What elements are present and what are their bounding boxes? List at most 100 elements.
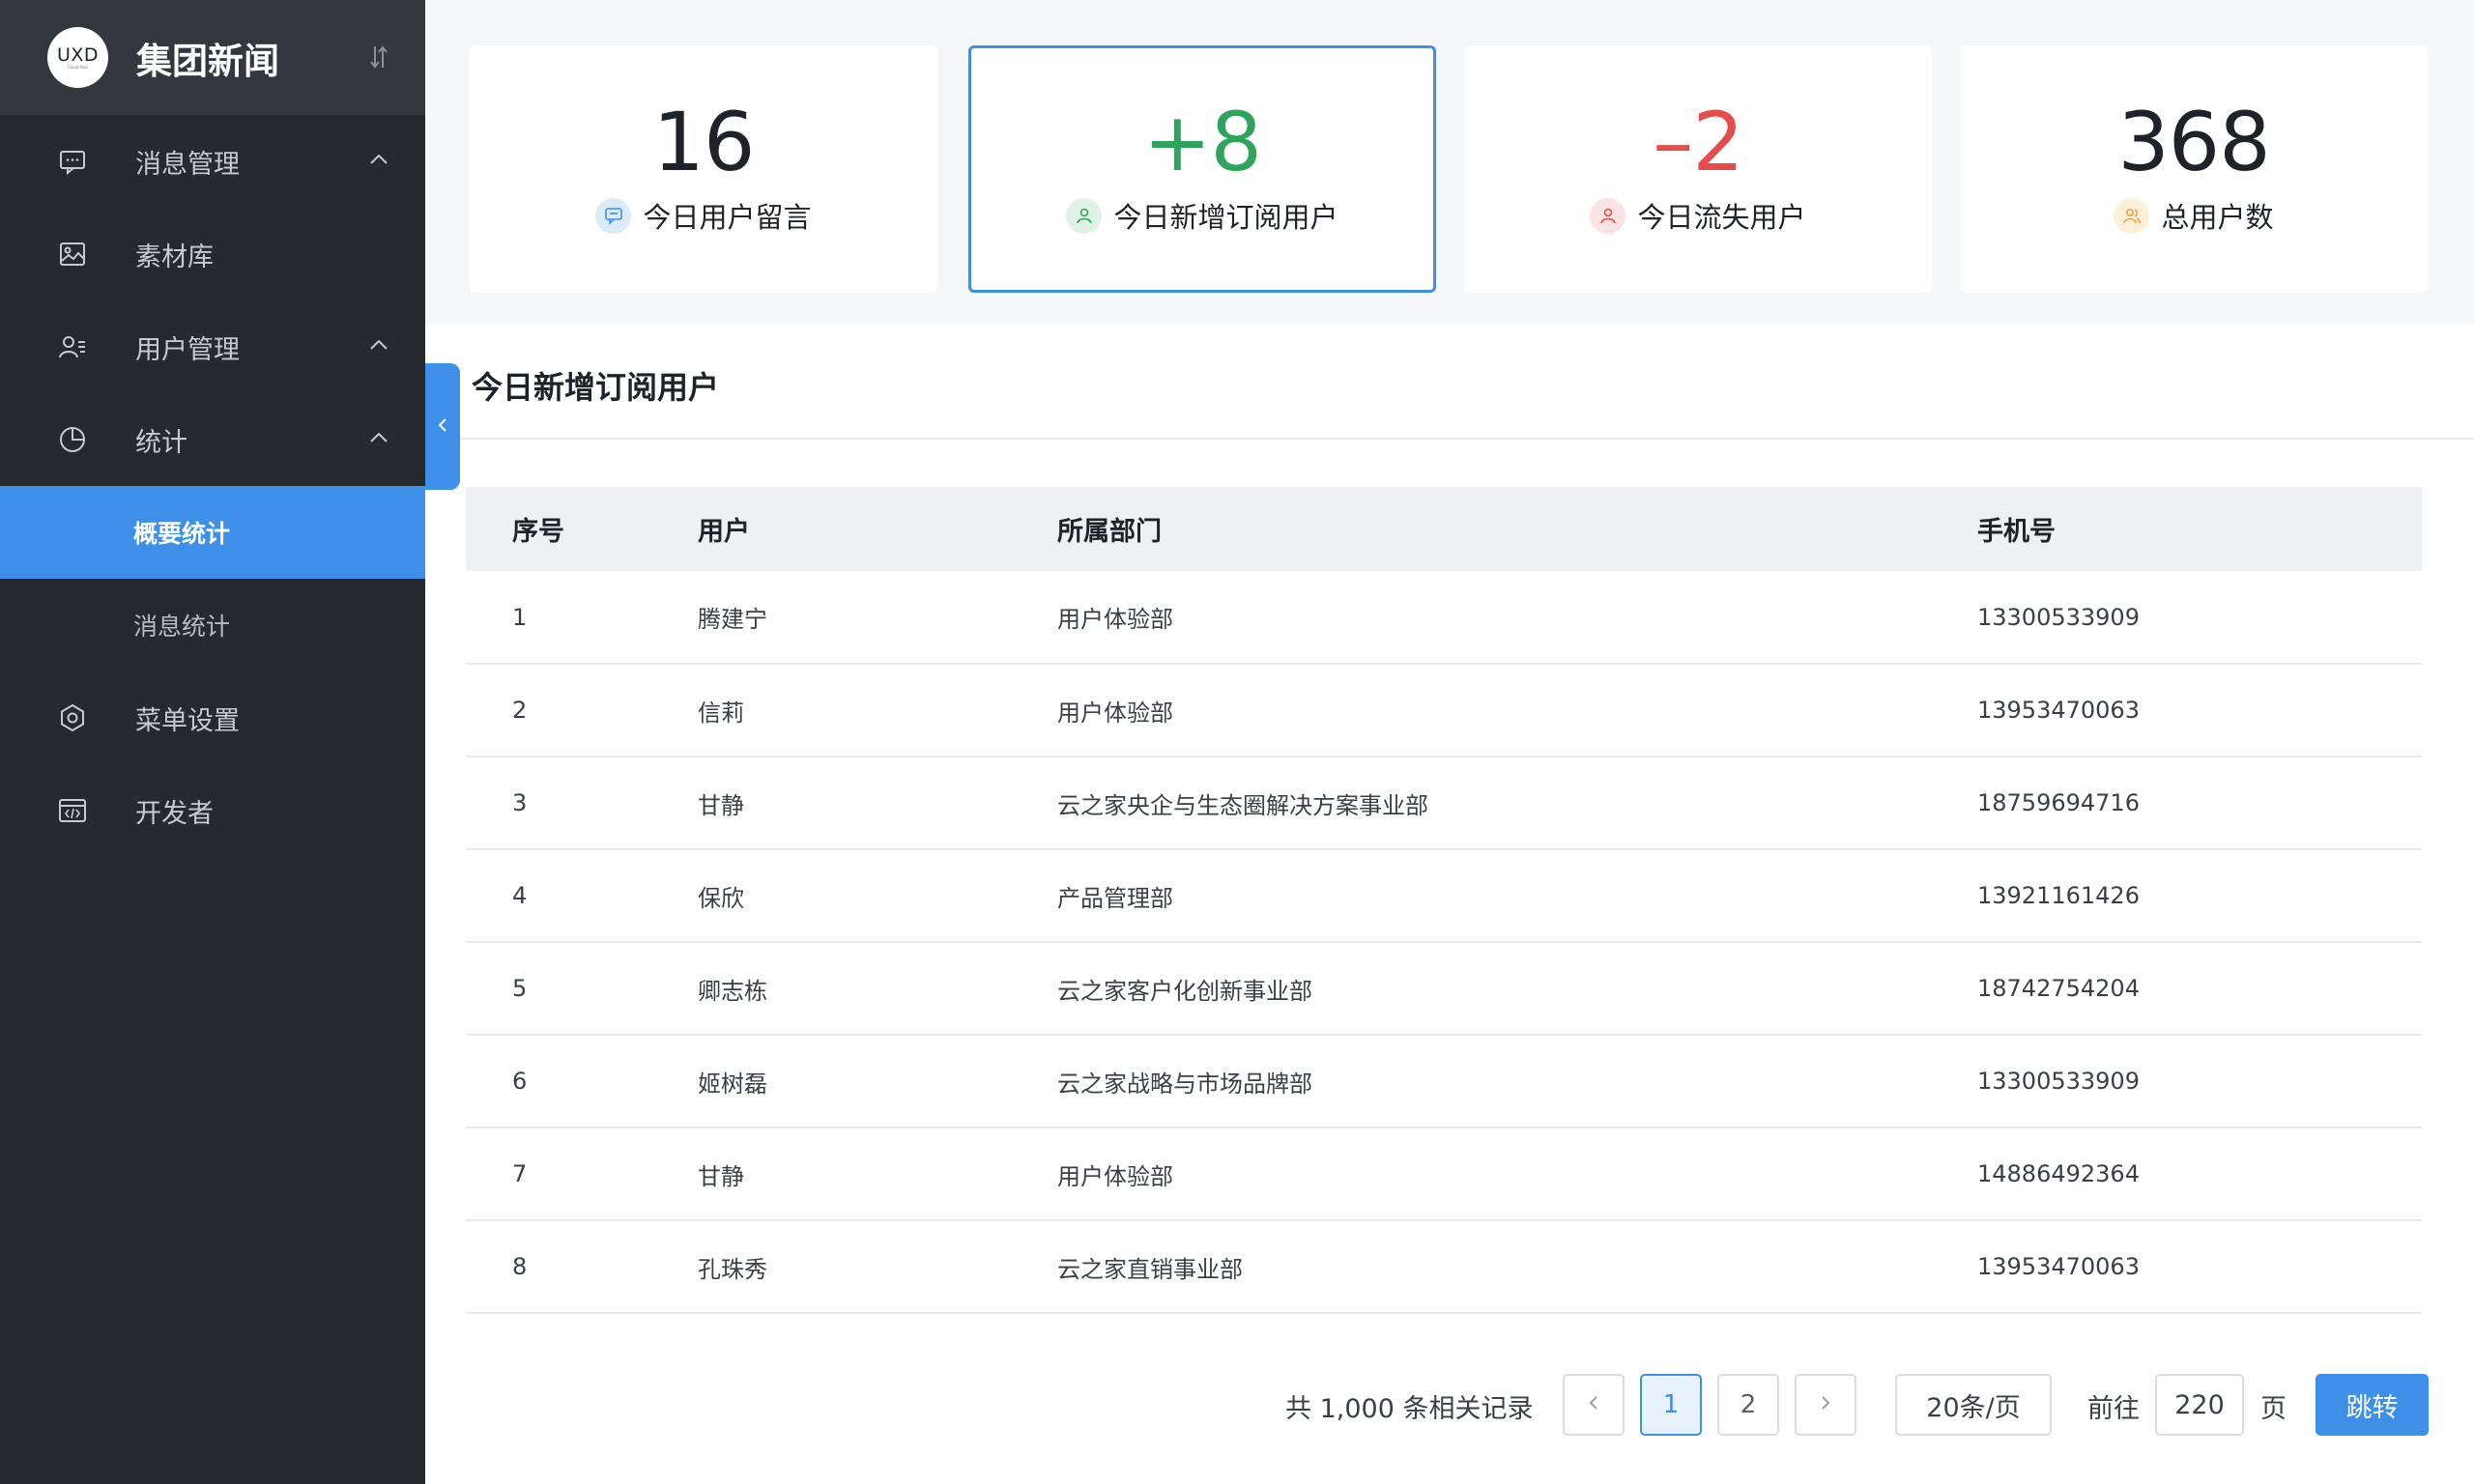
- stat-label: 总用户数: [2161, 201, 2274, 234]
- column-header-department[interactable]: 所属部门: [1057, 487, 1977, 571]
- sidebar-item-developer[interactable]: 开发者: [0, 764, 425, 857]
- brand-logo: UXD Cloud Hub: [47, 27, 108, 88]
- cell-phone: 14886492364: [1977, 1127, 2422, 1221]
- cell-phone: 13300533909: [1977, 1035, 2422, 1128]
- sidebar-item-label: 用户管理: [135, 334, 240, 365]
- stat-value: –2: [1653, 95, 1743, 189]
- cell-phone: 13921161426: [1977, 849, 2422, 943]
- pie-chart-icon: [58, 425, 87, 454]
- image-icon: [58, 240, 87, 269]
- pagination-total: 共 1,000 条相关记录: [1285, 1394, 1534, 1424]
- cell-index: 6: [466, 1035, 698, 1128]
- page-size-select[interactable]: 20条/页: [1895, 1374, 2052, 1436]
- cell-phone: 13953470063: [1977, 1220, 2422, 1314]
- cell-department: 产品管理部: [1057, 849, 1977, 943]
- goto-prefix: 前往: [2087, 1394, 2140, 1424]
- message-icon: [58, 147, 87, 176]
- sidebar-subitem-label: 消息统计: [133, 613, 231, 641]
- goto-button[interactable]: 跳转: [2316, 1374, 2429, 1436]
- cell-user: 卿志栋: [698, 942, 1057, 1036]
- prev-page-button[interactable]: [1563, 1374, 1625, 1436]
- stat-value: +8: [1143, 95, 1262, 189]
- users-icon: [2114, 197, 2150, 234]
- hexagon-settings-icon: [58, 703, 87, 732]
- cell-index: 8: [466, 1220, 698, 1314]
- sidebar-item-user-management[interactable]: 用户管理: [0, 300, 425, 393]
- main-panel: 今日新增订阅用户 序号 用户 所属部门 手机号 1 腾建宁 用户体验部 1330…: [425, 325, 2474, 1484]
- chat-bubble-icon: [595, 197, 632, 234]
- page-button-1[interactable]: 1: [1640, 1374, 1702, 1436]
- chevron-up-icon: [367, 148, 390, 171]
- brand-title: 集团新闻: [136, 40, 279, 82]
- sidebar-subitem-message-stats[interactable]: 消息统计: [0, 579, 425, 671]
- cell-phone: 13953470063: [1977, 664, 2422, 757]
- cell-index: 2: [466, 664, 698, 757]
- stats-row: 16 今日用户留言 +8 今日新增订阅用户 –2 今日流失用户 368 总用户数: [470, 45, 2428, 293]
- cell-index: 5: [466, 942, 698, 1036]
- stat-value: 368: [2117, 95, 2270, 189]
- sidebar: UXD Cloud Hub 集团新闻 消息管理 素材库 用户管理 统计 概要统计…: [0, 0, 425, 1484]
- cell-phone: 13300533909: [1977, 571, 2422, 665]
- sidebar-item-message-management[interactable]: 消息管理: [0, 115, 425, 208]
- brand-header: UXD Cloud Hub 集团新闻: [0, 0, 425, 115]
- stat-card-new-subscribers[interactable]: +8 今日新增订阅用户: [968, 45, 1436, 293]
- sidebar-item-label: 开发者: [135, 798, 214, 829]
- page-button-2[interactable]: 2: [1717, 1374, 1779, 1436]
- users-icon: [58, 332, 87, 361]
- panel-title: 今日新增订阅用户: [472, 369, 720, 406]
- column-header-phone[interactable]: 手机号: [1977, 487, 2422, 571]
- stat-card-total-users[interactable]: 368 总用户数: [1960, 45, 2428, 293]
- cell-user: 孔珠秀: [698, 1220, 1057, 1314]
- chevron-up-icon: [367, 426, 390, 449]
- sort-toggle-icon[interactable]: [367, 43, 390, 71]
- logo-text: UXD: [56, 44, 100, 66]
- table-row[interactable]: 7 甘静 用户体验部 14886492364: [466, 1127, 2422, 1221]
- sidebar-item-label: 素材库: [135, 242, 214, 272]
- table-header-row: 序号 用户 所属部门 手机号: [466, 487, 2422, 571]
- table-row[interactable]: 2 信莉 用户体验部 13953470063: [466, 664, 2422, 757]
- table-row[interactable]: 5 卿志栋 云之家客户化创新事业部 18742754204: [466, 942, 2422, 1036]
- table-row[interactable]: 6 姬树磊 云之家战略与市场品牌部 13300533909: [466, 1035, 2422, 1128]
- cell-user: 甘静: [698, 1127, 1057, 1221]
- sidebar-subitem-overview-stats[interactable]: 概要统计: [0, 486, 425, 579]
- cell-department: 云之家战略与市场品牌部: [1057, 1035, 1977, 1128]
- cell-department: 用户体验部: [1057, 664, 1977, 757]
- cell-department: 云之家客户化创新事业部: [1057, 942, 1977, 1036]
- table-row[interactable]: 3 甘静 云之家央企与生态圈解决方案事业部 18759694716: [466, 756, 2422, 850]
- cell-user: 腾建宁: [698, 571, 1057, 665]
- sidebar-collapse-button[interactable]: [425, 363, 460, 490]
- stat-value: 16: [652, 95, 756, 189]
- column-header-user[interactable]: 用户: [698, 487, 1057, 571]
- stat-card-lost-users[interactable]: –2 今日流失用户: [1464, 45, 1932, 293]
- table-row[interactable]: 8 孔珠秀 云之家直销事业部 13953470063: [466, 1220, 2422, 1314]
- table-row[interactable]: 4 保欣 产品管理部 13921161426: [466, 849, 2422, 943]
- pagination: 共 1,000 条相关记录 1 2 20条/页 前往 页 跳转: [1285, 1374, 2431, 1436]
- cell-user: 保欣: [698, 849, 1057, 943]
- subscribers-table: 序号 用户 所属部门 手机号 1 腾建宁 用户体验部 13300533909 2…: [466, 487, 2422, 1314]
- goto-page-input[interactable]: [2155, 1374, 2244, 1436]
- stat-label-row: 总用户数: [1960, 196, 2428, 235]
- table-row[interactable]: 1 腾建宁 用户体验部 13300533909: [466, 571, 2422, 665]
- panel-divider: [425, 438, 2474, 440]
- sidebar-item-label: 统计: [135, 427, 187, 458]
- cell-index: 7: [466, 1127, 698, 1221]
- sidebar-item-media-library[interactable]: 素材库: [0, 208, 425, 300]
- column-header-index[interactable]: 序号: [466, 487, 698, 571]
- code-window-icon: [58, 796, 87, 825]
- cell-user: 甘静: [698, 756, 1057, 850]
- sidebar-subitem-label: 概要统计: [133, 520, 231, 548]
- page-number: 2: [1740, 1390, 1757, 1419]
- page-size-value: 20条/页: [1926, 1392, 2021, 1423]
- cell-user: 信莉: [698, 664, 1057, 757]
- stat-label: 今日用户留言: [643, 201, 812, 234]
- stat-card-messages[interactable]: 16 今日用户留言: [470, 45, 937, 293]
- sidebar-item-statistics[interactable]: 统计: [0, 393, 425, 486]
- sidebar-item-menu-settings[interactable]: 菜单设置: [0, 671, 425, 764]
- cell-user: 姬树磊: [698, 1035, 1057, 1128]
- stat-label: 今日流失用户: [1637, 201, 1806, 234]
- next-page-button[interactable]: [1795, 1374, 1856, 1436]
- stat-label-row: 今日用户留言: [470, 196, 937, 235]
- sidebar-menu: 消息管理 素材库 用户管理 统计 概要统计 消息统计 菜单设置 开发者: [0, 115, 425, 857]
- cell-index: 1: [466, 571, 698, 665]
- cell-phone: 18759694716: [1977, 756, 2422, 850]
